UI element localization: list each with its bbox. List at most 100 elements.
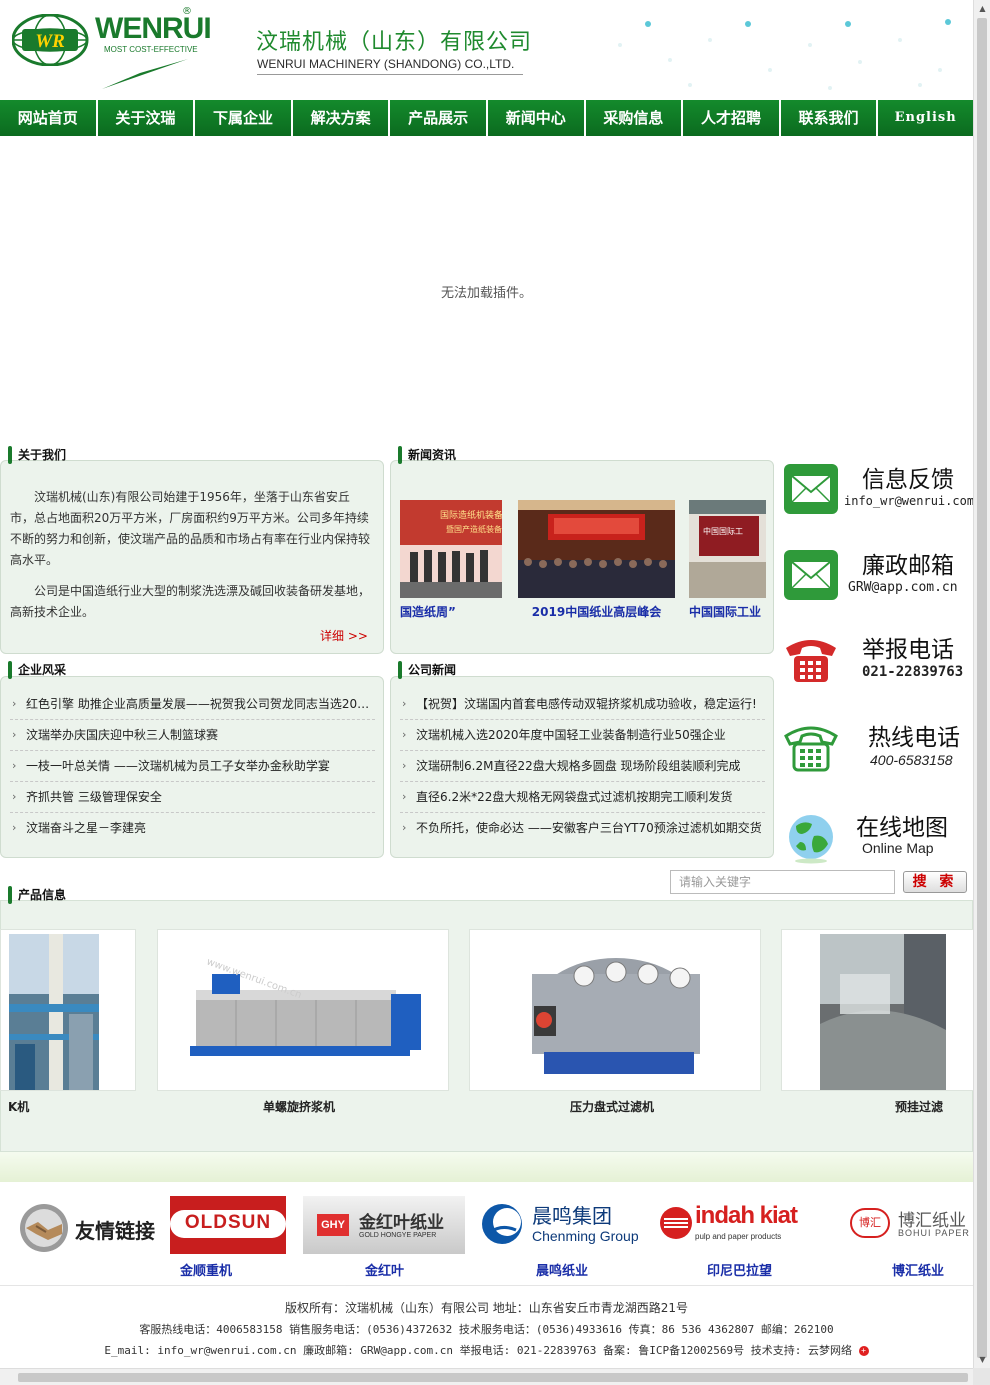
- footer-links: E_mail: info_wr@wenrui.com.cn 廉政邮箱: GRW@…: [0, 1340, 973, 1361]
- product-card[interactable]: [781, 929, 973, 1091]
- news-caption[interactable]: 2019中国纸业高层峰会: [518, 603, 675, 620]
- news-photo[interactable]: [518, 500, 675, 598]
- footer-copyright: 版权所有：汶瑞机械（山东）有限公司 地址：山东省安丘市青龙湖西路21号: [284, 1301, 689, 1315]
- about-text: 汶瑞机械(山东)有限公司始建于1956年，坐落于山东省安丘市，总占地面积20万平…: [10, 487, 372, 633]
- wenrui-logo-mark-icon[interactable]: WR: [12, 14, 90, 66]
- logo-wordmark[interactable]: WENRUI: [95, 12, 212, 46]
- sidebar-sub: GRW@app.com.cn: [848, 580, 958, 595]
- plus-badge-icon[interactable]: +: [858, 1346, 869, 1356]
- chenming-logo[interactable]: 晨鸣集团 Chenming Group: [480, 1196, 645, 1254]
- nav-subsidiaries[interactable]: 下属企业: [195, 100, 291, 136]
- list-item[interactable]: › 【祝贺】汶瑞国内首套电感传动双辊挤浆机成功验收，稳定运行!: [400, 689, 765, 720]
- chevron-right-icon: ›: [402, 697, 407, 710]
- nav-solutions[interactable]: 解决方案: [292, 100, 389, 136]
- link-chenming[interactable]: 晨鸣纸业: [536, 1260, 588, 1279]
- main-nav: 网站首页 关于汶瑞 下属企业 解决方案 产品展示 新闻中心 采购信息 人才招聘 …: [0, 100, 973, 136]
- sidebar-title: 举报电话: [862, 637, 954, 663]
- news-card[interactable]: 2019中国纸业高层峰会: [518, 500, 675, 620]
- about-more-link[interactable]: 详细 >>: [320, 627, 368, 644]
- scroll-up-icon[interactable]: ▲: [974, 0, 990, 17]
- news-carousel: 国际造纸机装备博览会 暨国产造纸装备订货交易会 国造纸周” 20: [400, 500, 766, 625]
- list-item[interactable]: › 汶瑞奋斗之星－李建亮: [10, 813, 375, 844]
- logo-swoosh-icon: [102, 59, 188, 89]
- product-card[interactable]: [469, 929, 761, 1091]
- sidebar-sub: 400-6583158: [870, 752, 953, 768]
- product-name[interactable]: 单螺旋挤浆机: [263, 1098, 335, 1115]
- search-button[interactable]: 搜 索: [903, 871, 967, 893]
- sidebar-feedback[interactable]: 信息反馈 info_wr@wenrui.com.cn: [782, 454, 973, 526]
- product-photo[interactable]: www.wenrui.com.cn: [176, 934, 431, 1090]
- sidebar-integrity-mail[interactable]: 廉政邮箱 GRW@app.com.cn: [782, 540, 973, 612]
- link-indah-kiat[interactable]: 印尼巴拉望: [707, 1260, 772, 1279]
- nav-home[interactable]: 网站首页: [0, 100, 96, 136]
- link-bohui[interactable]: 博汇纸业: [892, 1260, 944, 1279]
- chevron-right-icon: ›: [402, 790, 407, 803]
- list-item[interactable]: › 红色引擎 助推企业高质量发展——祝贺我公司贺龙同志当选2022年: [10, 689, 375, 720]
- chevron-right-icon: ›: [402, 759, 407, 772]
- svg-text:暨国产造纸装备订货交易会: 暨国产造纸装备订货交易会: [446, 524, 502, 534]
- nav-procurement[interactable]: 采购信息: [585, 100, 682, 136]
- bohui-badge: 博汇: [850, 1208, 890, 1238]
- nav-products[interactable]: 产品展示: [390, 100, 486, 136]
- nav-careers[interactable]: 人才招聘: [683, 100, 779, 136]
- logo-tagline: MOST COST-EFFECTIVE: [104, 45, 198, 54]
- phone-icon: [784, 726, 838, 772]
- horizontal-scrollbar[interactable]: [0, 1368, 973, 1385]
- chevron-right-icon: ›: [12, 790, 17, 803]
- news-photo[interactable]: 国际造纸机装备博览会 暨国产造纸装备订货交易会: [400, 500, 502, 598]
- svg-text:国际造纸机装备博览会: 国际造纸机装备博览会: [440, 509, 502, 521]
- indah-kiat-logo[interactable]: indah kiat pulp and paper products: [659, 1196, 824, 1254]
- list-item[interactable]: › 汶瑞举办庆国庆迎中秋三人制篮球赛: [10, 720, 375, 751]
- sidebar-hotline[interactable]: 热线电话 400-6583158: [782, 712, 973, 784]
- product-card[interactable]: www.wenrui.com.cn: [157, 929, 449, 1091]
- list-item[interactable]: › 一枝一叶总关情 ——汶瑞机械为员工子女举办金秋助学宴: [10, 751, 375, 782]
- plugin-error-message: 无法加载插件。: [440, 286, 532, 301]
- nav-contact[interactable]: 联系我们: [780, 100, 877, 136]
- about-paragraph: 公司是中国造纸行业大型的制浆洗选漂及碱回收装备研发基地，高新技术企业。: [10, 584, 371, 619]
- logo-mark-text: WR: [35, 31, 65, 52]
- news-photo[interactable]: 中国国际工: [689, 500, 766, 598]
- news-info-heading: 新闻资讯: [398, 446, 456, 464]
- link-jinhongye[interactable]: 金红叶: [365, 1260, 404, 1279]
- sidebar-report-phone[interactable]: 举报电话 021-22839763: [782, 624, 973, 696]
- news-caption[interactable]: 国造纸周”: [400, 603, 502, 620]
- oldsun-logo[interactable]: OLDSUN: [170, 1196, 286, 1254]
- indah-kiat-mark-icon: [660, 1207, 692, 1239]
- vertical-scrollbar[interactable]: ▲ ▼: [973, 0, 990, 1385]
- product-name[interactable]: K机: [8, 1098, 29, 1115]
- sidebar-online-map[interactable]: 在线地图 Online Map: [782, 800, 973, 872]
- hscroll-thumb[interactable]: [18, 1373, 968, 1382]
- culture-heading: 企业风采: [8, 661, 66, 679]
- footer-links-text: E_mail: info_wr@wenrui.com.cn 廉政邮箱: GRW@…: [104, 1344, 852, 1357]
- sidebar-sub: 021-22839763: [862, 664, 964, 680]
- search-input[interactable]: 请输入关键字: [670, 870, 895, 894]
- link-jinshun[interactable]: 金顺重机: [180, 1260, 232, 1279]
- sidebar-title: 在线地图: [856, 815, 948, 841]
- friend-links: 友情链接 OLDSUN 金顺重机 GHY 金红叶纸业 GOLD HONGYE P…: [0, 1182, 973, 1286]
- bohui-logo[interactable]: 博汇 博汇纸业 BOHUI PAPER: [848, 1196, 973, 1254]
- list-item[interactable]: › 汶瑞研制6.2M直径22盘大规格多圆盘 现场阶段组装顺利完成: [400, 751, 765, 782]
- product-photo[interactable]: [9, 934, 99, 1090]
- list-item[interactable]: › 不负所托，使命必达 ——安徽客户三台YT70预涂过滤机如期交货: [400, 813, 765, 844]
- list-item[interactable]: › 直径6.2米*22盘大规格无网袋盘式过滤机按期完工顺利发货: [400, 782, 765, 813]
- list-item[interactable]: › 汶瑞机械入选2020年度中国轻工业装备制造行业50强企业: [400, 720, 765, 751]
- product-name[interactable]: 预挂过滤: [895, 1098, 943, 1115]
- scroll-down-icon[interactable]: ▼: [974, 1351, 990, 1368]
- product-photo[interactable]: [820, 934, 946, 1090]
- news-card[interactable]: 国际造纸机装备博览会 暨国产造纸装备订货交易会 国造纸周”: [400, 500, 502, 620]
- product-photo[interactable]: [504, 934, 728, 1090]
- ghy-logo-text: 金红叶纸业: [359, 1213, 444, 1233]
- nav-about[interactable]: 关于汶瑞: [97, 100, 194, 136]
- svg-text:中国国际工: 中国国际工: [703, 526, 743, 536]
- nav-news[interactable]: 新闻中心: [487, 100, 584, 136]
- company-underline: [257, 74, 523, 75]
- nav-english[interactable]: English: [878, 100, 973, 136]
- gold-hongye-logo[interactable]: GHY 金红叶纸业 GOLD HONGYE PAPER: [303, 1196, 465, 1254]
- list-item[interactable]: › 齐抓共管 三级管理保安全: [10, 782, 375, 813]
- ghy-badge: GHY: [317, 1214, 349, 1236]
- news-caption[interactable]: 中国国际工业: [689, 603, 766, 620]
- scroll-thumb[interactable]: [977, 18, 987, 1358]
- news-card[interactable]: 中国国际工 中国国际工业: [689, 500, 766, 620]
- product-card[interactable]: [0, 929, 136, 1091]
- product-name[interactable]: 压力盘式过滤机: [570, 1098, 654, 1115]
